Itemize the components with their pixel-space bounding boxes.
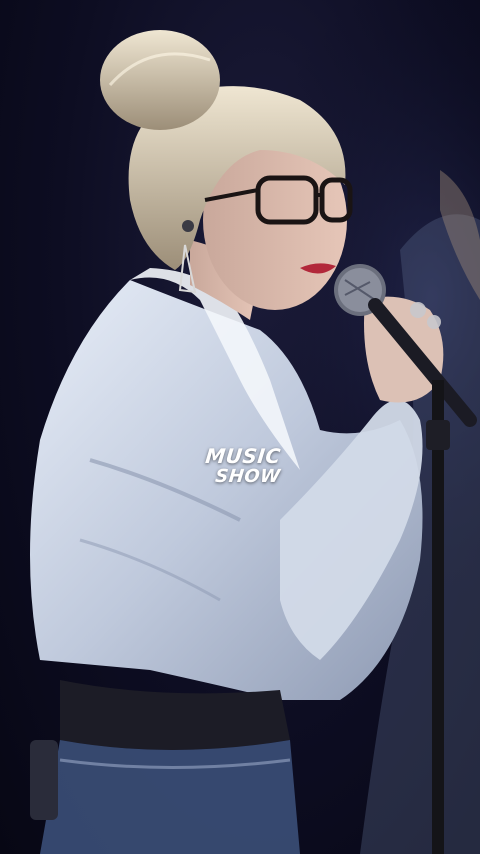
- bodypack-transmitter: [30, 740, 58, 820]
- logo-text-music: MUSIC: [204, 444, 282, 468]
- performer-photo: [0, 0, 480, 854]
- logo-text-show: SHOW: [214, 466, 282, 487]
- jeans: [40, 740, 300, 854]
- video-frame: MUSIC SHOW: [0, 0, 480, 854]
- in-ear-monitor: [182, 220, 194, 232]
- music-show-logo: MUSIC SHOW: [193, 440, 290, 492]
- microphone-stand: [432, 380, 444, 854]
